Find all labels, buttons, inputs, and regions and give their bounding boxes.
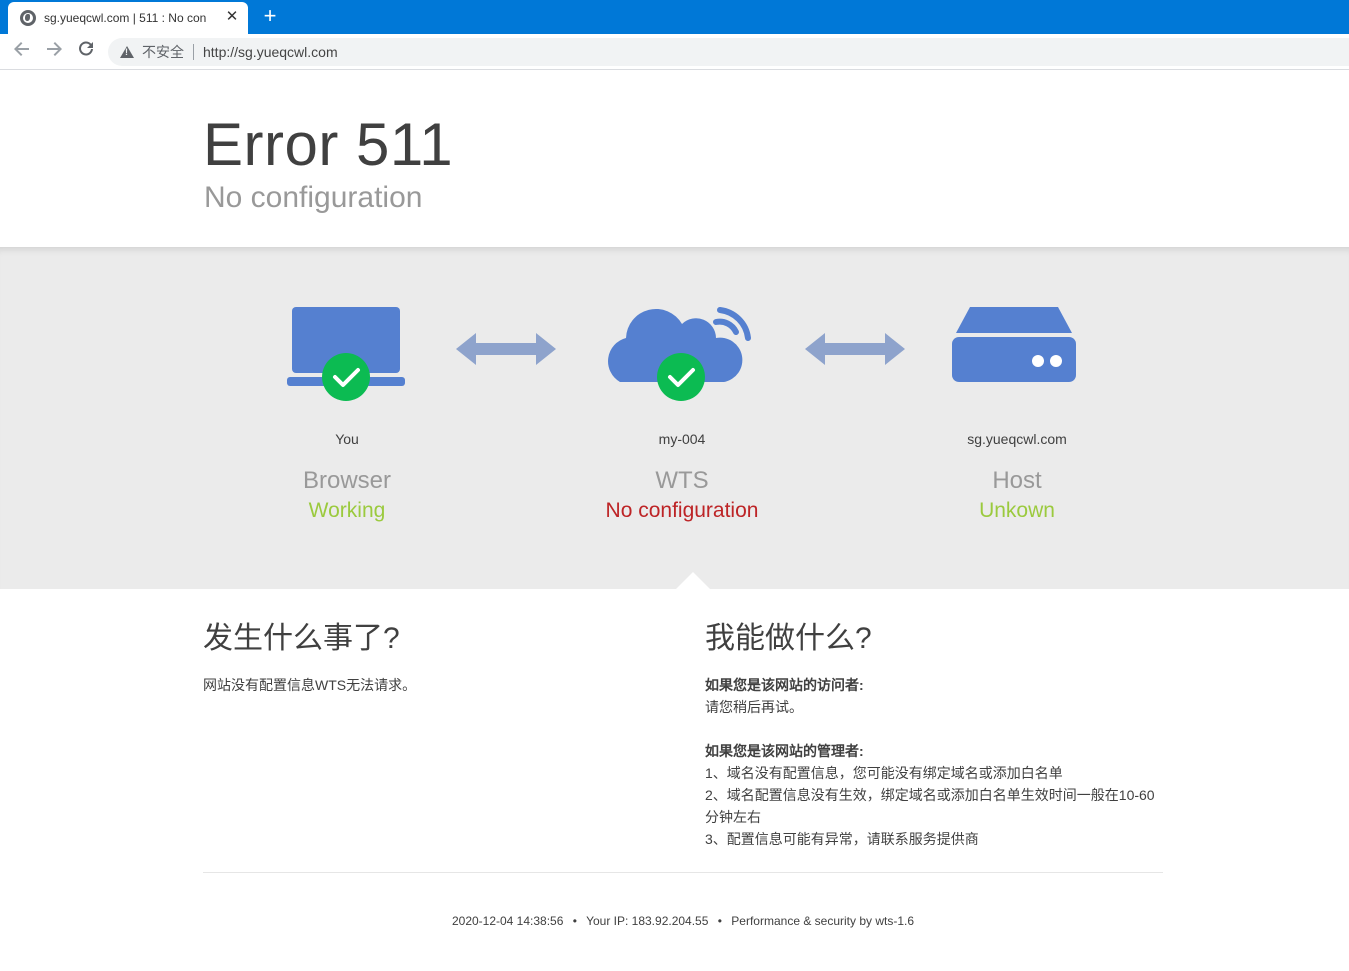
section-heading: 我能做什么? xyxy=(705,622,872,655)
new-tab-button[interactable]: + xyxy=(260,5,280,27)
error-subtitle: No configuration xyxy=(204,181,423,214)
footer-separator: • xyxy=(717,914,722,928)
url-text[interactable]: http://sg.yueqcwl.com xyxy=(203,44,338,60)
node-label: Host xyxy=(992,467,1042,494)
globe-icon xyxy=(20,10,36,26)
bidirectional-arrow-icon xyxy=(456,333,556,365)
admin-item: 2、域名配置信息没有生效，绑定域名或添加白名单生效时间一般在10-60分钟左右 xyxy=(705,787,1155,825)
reload-icon[interactable] xyxy=(74,40,98,64)
back-arrow-icon[interactable] xyxy=(10,40,34,64)
section-heading: 发生什么事了? xyxy=(203,622,400,655)
server-icon xyxy=(952,307,1076,382)
footer-separator: • xyxy=(572,914,577,928)
footer-credit: Performance & security by wts-1.6 xyxy=(731,914,915,928)
node-label: WTS xyxy=(655,467,709,494)
admin-item: 3、配置信息可能有异常，请联系服务提供商 xyxy=(705,831,979,847)
tab-title: sg.yueqcwl.com | 511 : No con xyxy=(44,11,207,25)
node-status: Unkown xyxy=(979,499,1055,522)
address-divider xyxy=(193,44,194,60)
node-label: Browser xyxy=(302,467,392,494)
node-name: my-004 xyxy=(658,431,706,447)
cloud-icon xyxy=(608,307,751,401)
footer-timestamp: 2020-12-04 14:38:56 xyxy=(451,914,564,928)
panel-notch xyxy=(675,572,711,590)
error-header: Error 511 No configuration xyxy=(0,70,1349,247)
browser-toolbar: 不安全 http://sg.yueqcwl.com xyxy=(0,34,1349,70)
footer-ip: Your IP: 183.92.204.55 xyxy=(586,914,709,928)
visitor-title: 如果您是该网站的访问者: xyxy=(705,677,864,693)
what-happened-section: 发生什么事了? 网站没有配置信息WTS无法请求。 xyxy=(203,620,663,696)
address-bar[interactable]: 不安全 http://sg.yueqcwl.com xyxy=(108,38,1349,66)
node-name: You xyxy=(335,431,359,447)
visitor-text: 请您稍后再试。 xyxy=(705,699,803,715)
forward-arrow-icon[interactable] xyxy=(42,40,66,64)
what-can-i-do-section: 我能做什么? 如果您是该网站的访问者: 请您稍后再试。 如果您是该网站的管理者:… xyxy=(705,620,1165,850)
admin-title: 如果您是该网站的管理者: xyxy=(705,743,864,759)
footer-divider xyxy=(203,872,1163,873)
node-status: Working xyxy=(308,499,386,522)
admin-item: 1、域名没有配置信息，您可能没有绑定域名或添加白名单 xyxy=(705,765,1063,781)
node-status: No configuration xyxy=(605,499,759,522)
browser-tab[interactable]: sg.yueqcwl.com | 511 : No con ✕ xyxy=(8,2,248,34)
close-tab-icon[interactable]: ✕ xyxy=(224,9,240,25)
warning-icon[interactable] xyxy=(120,46,134,58)
bidirectional-arrow-icon xyxy=(805,333,905,365)
footer: 2020-12-04 14:38:56 • Your IP: 183.92.20… xyxy=(203,914,1163,928)
node-name: sg.yueqcwl.com xyxy=(967,431,1067,447)
section-text: 网站没有配置信息WTS无法请求。 xyxy=(203,677,417,693)
error-title: Error 511 xyxy=(203,111,454,178)
tab-strip: sg.yueqcwl.com | 511 : No con ✕ + xyxy=(0,0,1349,34)
status-panel: You Browser Working my-004 WTS No config… xyxy=(0,247,1349,589)
laptop-icon xyxy=(287,307,405,401)
security-label[interactable]: 不安全 xyxy=(142,42,184,62)
